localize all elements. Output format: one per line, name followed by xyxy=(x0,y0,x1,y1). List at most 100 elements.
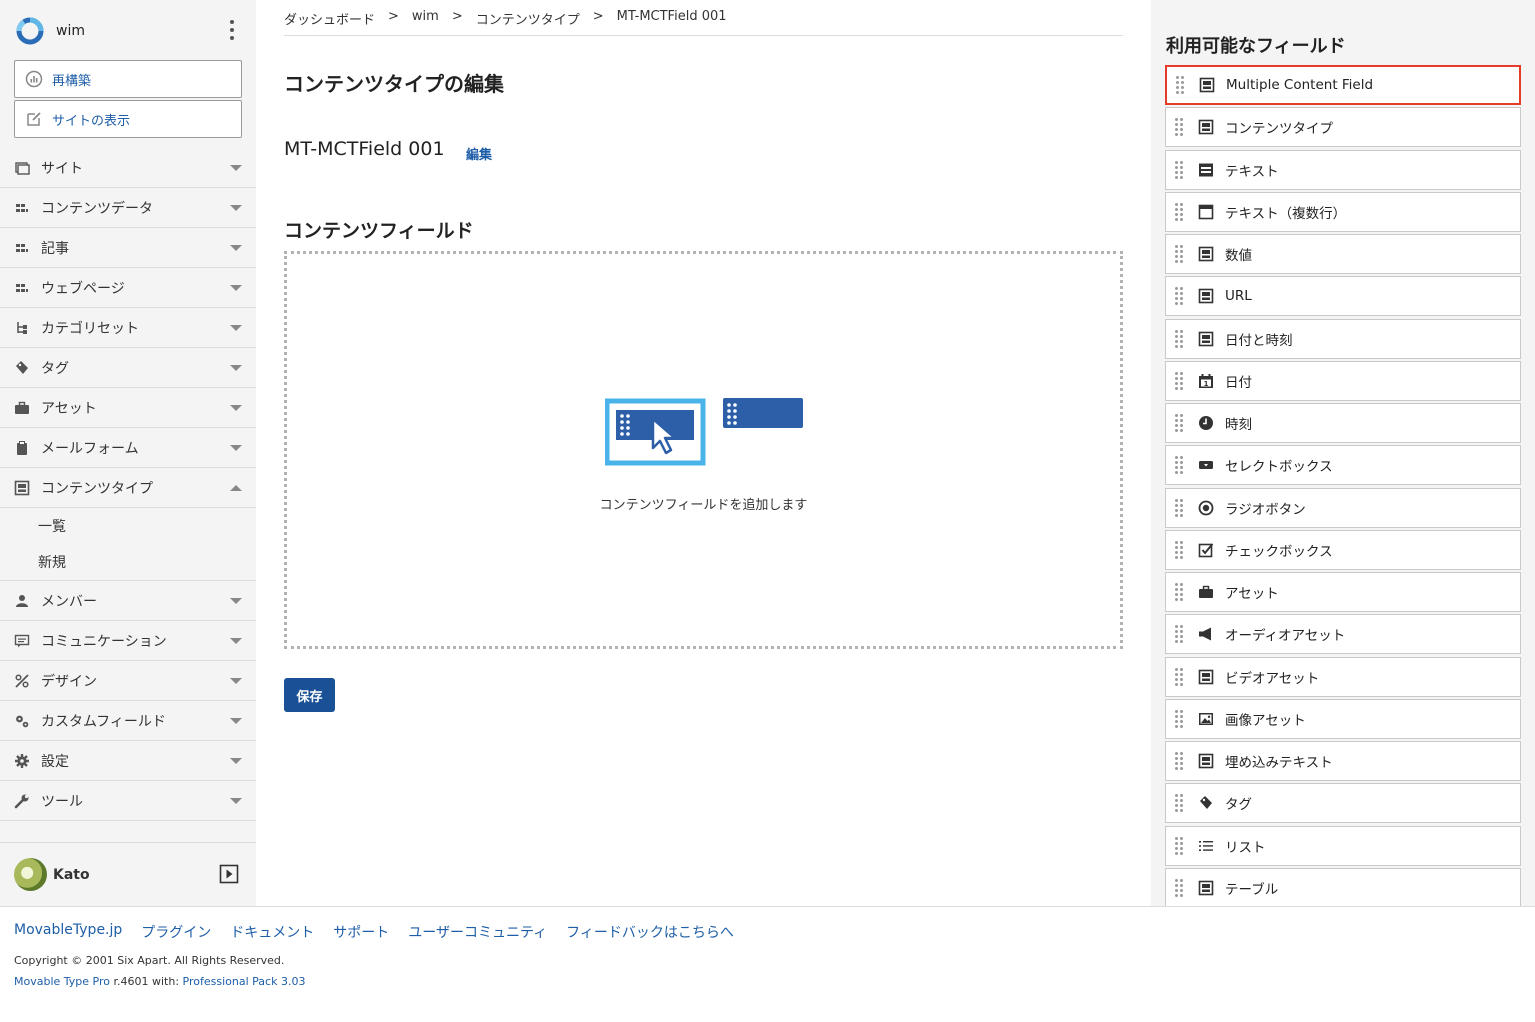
sidebar-item[interactable]: 記事 xyxy=(0,228,256,268)
chevron-down-icon[interactable] xyxy=(230,205,242,211)
logout-icon[interactable] xyxy=(219,864,239,884)
chevron-down-icon[interactable] xyxy=(230,598,242,604)
chevron-down-icon[interactable] xyxy=(230,445,242,451)
field-item-label: セレクトボックス xyxy=(1225,459,1333,476)
sidebar-item[interactable]: メールフォーム xyxy=(0,428,256,468)
sidebar-item[interactable]: ウェブページ xyxy=(0,268,256,308)
user-name[interactable]: Kato xyxy=(53,867,90,883)
chevron-down-icon[interactable] xyxy=(230,798,242,804)
field-item[interactable]: ビデオアセット xyxy=(1165,656,1521,697)
drag-handle-icon[interactable] xyxy=(1175,794,1183,813)
field-item[interactable]: コンテンツタイプ xyxy=(1165,107,1521,148)
content-type-new-link[interactable]: 新規 xyxy=(0,544,256,580)
drag-handle-icon[interactable] xyxy=(1175,118,1183,137)
sidebar-item[interactable]: 設定 xyxy=(0,741,256,781)
drag-handle-icon[interactable] xyxy=(1175,667,1183,686)
sidebar-item[interactable]: コミュニケーション xyxy=(0,621,256,661)
chevron-down-icon[interactable] xyxy=(230,165,242,171)
drag-handle-icon[interactable] xyxy=(1175,752,1183,770)
field-item[interactable]: タグ xyxy=(1165,783,1521,824)
drag-handle-icon[interactable] xyxy=(1175,836,1183,855)
chevron-down-icon[interactable] xyxy=(230,325,242,331)
drag-handle-icon[interactable] xyxy=(1175,245,1183,263)
drag-handle-icon[interactable] xyxy=(1175,878,1183,897)
drag-handle-icon[interactable] xyxy=(1175,371,1183,390)
chevron-down-icon[interactable] xyxy=(230,285,242,291)
field-item[interactable]: 埋め込みテキスト xyxy=(1165,741,1521,781)
drag-handle-icon[interactable] xyxy=(1175,709,1183,728)
chevron-down-icon[interactable] xyxy=(230,638,242,644)
chevron-down-icon[interactable] xyxy=(230,365,242,371)
drag-handle-icon[interactable] xyxy=(1175,202,1183,221)
field-item[interactable]: テキスト（複数行） xyxy=(1165,191,1521,232)
breadcrumb-site[interactable]: wim xyxy=(412,9,439,35)
field-item[interactable]: URL xyxy=(1165,276,1521,317)
field-item[interactable]: Multiple Content Field xyxy=(1165,65,1521,105)
sidebar-item[interactable]: アセット xyxy=(0,388,256,428)
drag-handle-icon[interactable] xyxy=(1175,625,1183,644)
save-button[interactable]: 保存 xyxy=(284,678,335,712)
field-item-label: ビデオアセット xyxy=(1225,670,1320,687)
field-item[interactable]: 数値 xyxy=(1165,234,1521,274)
product-link[interactable]: Movable Type Pro xyxy=(14,975,110,988)
chevron-down-icon[interactable] xyxy=(230,678,242,684)
sidebar-item[interactable]: タグ xyxy=(0,348,256,388)
drag-handle-icon[interactable] xyxy=(1175,414,1183,432)
field-item[interactable]: テキスト xyxy=(1165,149,1521,190)
chevron-up-icon[interactable] xyxy=(230,485,242,491)
sidebar-item[interactable]: サイト xyxy=(0,148,256,188)
sidebar-item[interactable]: カテゴリセット xyxy=(0,308,256,348)
footer-link-documents[interactable]: ドキュメント xyxy=(230,922,314,942)
field-item[interactable]: テーブル xyxy=(1165,867,1521,906)
field-item[interactable]: アセット xyxy=(1165,572,1521,612)
breadcrumb-dashboard[interactable]: ダッシュボード xyxy=(284,9,375,35)
footer-link-community[interactable]: ユーザーコミュニティ xyxy=(408,922,547,942)
sidebar-item[interactable]: デザイン xyxy=(0,661,256,701)
field-item[interactable]: オーディオアセット xyxy=(1165,614,1521,655)
field-item[interactable]: 1 日付 xyxy=(1165,360,1521,401)
field-item[interactable]: 時刻 xyxy=(1165,403,1521,443)
drag-handle-icon[interactable] xyxy=(1175,498,1183,517)
sidebar-item[interactable]: ツール xyxy=(0,781,256,821)
drag-handle-icon[interactable] xyxy=(1176,76,1184,94)
field-item[interactable]: ラジオボタン xyxy=(1165,487,1521,528)
speaker-icon xyxy=(1197,625,1215,643)
field-item[interactable]: リスト xyxy=(1165,825,1521,866)
sidebar-item-label: 記事 xyxy=(41,240,69,257)
field-item-label: アセット xyxy=(1225,586,1279,602)
footer-link-support[interactable]: サポート xyxy=(333,922,389,942)
avatar[interactable] xyxy=(14,858,47,891)
pack-link[interactable]: Professional Pack 3.03 xyxy=(183,975,306,988)
drag-handle-icon[interactable] xyxy=(1175,456,1183,475)
edit-name-link[interactable]: 編集 xyxy=(466,144,492,163)
clock-icon xyxy=(1197,414,1215,432)
footer-link-plugins[interactable]: プラグイン xyxy=(141,922,211,942)
drag-handle-icon[interactable] xyxy=(1175,583,1183,601)
field-item[interactable]: チェックボックス xyxy=(1165,529,1521,570)
site-menu-kebab-icon[interactable] xyxy=(228,20,236,40)
chevron-down-icon[interactable] xyxy=(230,758,242,764)
sidebar-item[interactable]: メンバー xyxy=(0,581,256,621)
view-site-button[interactable]: サイトの表示 xyxy=(14,100,242,138)
breadcrumb-content-types[interactable]: コンテンツタイプ xyxy=(476,9,580,35)
rebuild-button[interactable]: 再構築 xyxy=(14,60,242,98)
content-field-drop-zone[interactable]: コンテンツフィールドを追加します xyxy=(284,251,1123,649)
sidebar-item[interactable]: コンテンツデータ xyxy=(0,188,256,228)
field-item[interactable]: 日付と時刻 xyxy=(1165,318,1521,359)
drag-handle-icon[interactable] xyxy=(1175,287,1183,306)
drag-handle-icon[interactable] xyxy=(1175,329,1183,348)
sidebar-item[interactable]: コンテンツタイプ xyxy=(0,468,256,508)
field-item[interactable]: 画像アセット xyxy=(1165,698,1521,739)
footer-link-feedback[interactable]: フィードバックはこちらへ xyxy=(566,922,734,942)
chevron-down-icon[interactable] xyxy=(230,245,242,251)
site-brand[interactable]: wim xyxy=(14,14,242,48)
content-type-list-link[interactable]: 一覧 xyxy=(0,508,256,544)
chevron-down-icon[interactable] xyxy=(230,405,242,411)
chevron-down-icon[interactable] xyxy=(230,718,242,724)
footer-link-movabletype[interactable]: MovableType.jp xyxy=(14,922,122,942)
drag-handle-icon[interactable] xyxy=(1175,540,1183,559)
field-item[interactable]: セレクトボックス xyxy=(1165,445,1521,486)
drag-handle-icon[interactable] xyxy=(1175,160,1183,179)
sidebar-item[interactable]: カスタムフィールド xyxy=(0,701,256,741)
breadcrumb: ダッシュボード > wim > コンテンツタイプ > MT-MCTField 0… xyxy=(284,9,1123,36)
